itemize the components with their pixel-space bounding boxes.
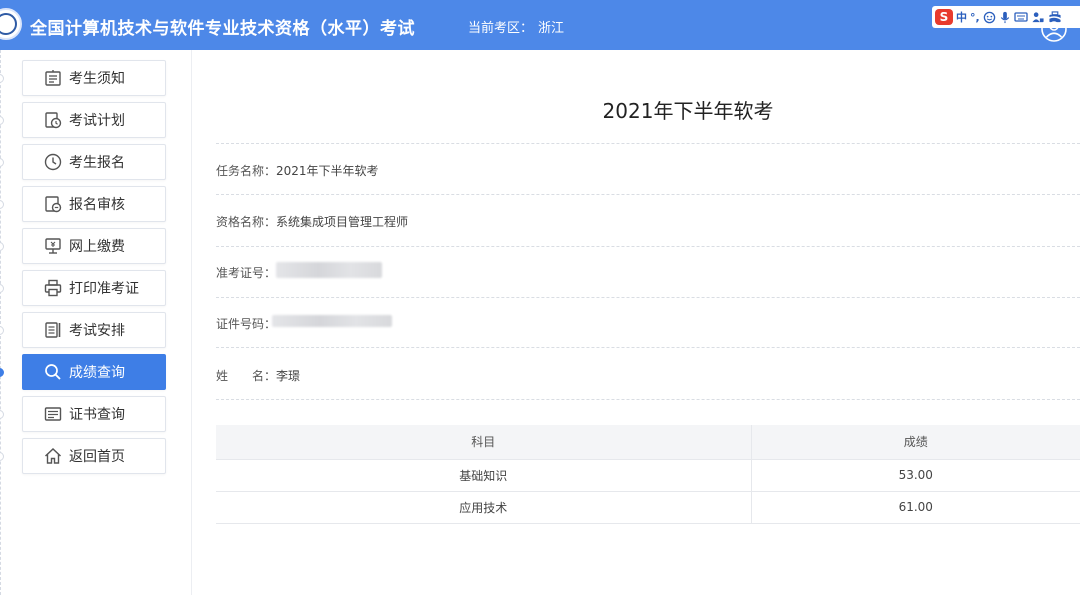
sidebar-item-label: 考试安排 bbox=[69, 323, 125, 339]
timeline-dot bbox=[0, 242, 4, 251]
ticket-number-label: 准考证号： bbox=[216, 266, 277, 280]
timeline-dot bbox=[0, 74, 4, 83]
name-label: 姓 名： bbox=[216, 369, 277, 383]
home-icon bbox=[44, 447, 62, 464]
sidebar-item-payment[interactable]: 网上缴费 bbox=[22, 228, 166, 264]
page-title: 2021年下半年软考 bbox=[602, 99, 774, 123]
sidebar-item-home[interactable]: 返回首页 bbox=[22, 438, 166, 474]
divider bbox=[216, 194, 1080, 195]
sidebar: 考生须知 考试计划 考生报名 报名审核 网上缴费 打印准考证 考试安排 成绩查询… bbox=[0, 50, 192, 595]
score-table: 科目 成绩 基础知识 53.00 应用技术 61.00 bbox=[216, 425, 1080, 524]
region-label: 当前考区： bbox=[468, 21, 534, 36]
sidebar-item-score-query[interactable]: 成绩查询 bbox=[22, 354, 166, 390]
site-logo[interactable] bbox=[0, 8, 22, 40]
site-title: 全国计算机技术与软件专业技术资格（水平）考试 bbox=[30, 19, 415, 39]
sidebar-item-notice[interactable]: 考生须知 bbox=[22, 60, 166, 96]
timeline-dot bbox=[0, 284, 4, 293]
table-header-row: 科目 成绩 bbox=[216, 425, 1080, 460]
sidebar-item-certificate[interactable]: 证书查询 bbox=[22, 396, 166, 432]
timeline-dot bbox=[0, 158, 4, 167]
score-cell: 61.00 bbox=[751, 491, 1080, 524]
task-name-label: 任务名称： bbox=[216, 164, 277, 178]
sidebar-item-label: 考生须知 bbox=[69, 71, 125, 87]
search-icon bbox=[45, 364, 61, 380]
ime-mode[interactable]: 中 bbox=[956, 9, 967, 25]
qualification-row: 资格名称：系统集成项目管理工程师 bbox=[216, 213, 408, 230]
column-header-subject: 科目 bbox=[216, 425, 752, 460]
microphone-icon[interactable] bbox=[999, 11, 1011, 24]
name-row: 姓 名：李璟 bbox=[216, 367, 300, 384]
keyboard-icon[interactable] bbox=[1014, 11, 1028, 23]
schedule-icon bbox=[45, 112, 62, 129]
payment-icon bbox=[45, 238, 61, 254]
sidebar-item-label: 考生报名 bbox=[69, 155, 125, 171]
divider bbox=[216, 347, 1080, 348]
notice-icon bbox=[45, 70, 61, 86]
timeline-line bbox=[0, 50, 1, 595]
timeline-dot bbox=[0, 326, 4, 335]
divider bbox=[216, 297, 1080, 298]
top-header: 全国计算机技术与软件专业技术资格（水平）考试 当前考区： 浙江 S 中 °, bbox=[0, 0, 1080, 50]
timeline-dot bbox=[0, 410, 4, 419]
ime-punct[interactable]: °, bbox=[970, 11, 980, 24]
region-value: 浙江 bbox=[538, 21, 565, 36]
sidebar-item-label: 报名审核 bbox=[69, 197, 125, 213]
arrangement-icon bbox=[45, 322, 61, 338]
timeline-dot bbox=[0, 452, 4, 461]
sidebar-item-review[interactable]: 报名审核 bbox=[22, 186, 166, 222]
sidebar-item-label: 返回首页 bbox=[69, 449, 125, 465]
table-row: 应用技术 61.00 bbox=[216, 491, 1080, 524]
ime-logo-icon[interactable]: S bbox=[935, 9, 953, 25]
sidebar-item-label: 成绩查询 bbox=[69, 365, 125, 381]
id-number-redacted bbox=[272, 315, 392, 327]
certificate-icon bbox=[44, 407, 62, 421]
task-name-value: 2021年下半年软考 bbox=[276, 164, 379, 178]
main-content: 2021年下半年软考 任务名称：2021年下半年软考 资格名称：系统集成项目管理… bbox=[193, 50, 1080, 595]
sidebar-item-print-ticket[interactable]: 打印准考证 bbox=[22, 270, 166, 306]
printer-icon bbox=[44, 279, 62, 297]
divider bbox=[216, 246, 1080, 247]
timeline-dot-active bbox=[0, 368, 4, 377]
subject-cell: 基础知识 bbox=[216, 459, 752, 492]
sidebar-item-label: 网上缴费 bbox=[69, 239, 125, 255]
user-avatar-icon[interactable] bbox=[1040, 15, 1068, 43]
name-value: 李璟 bbox=[276, 369, 301, 383]
qualification-value: 系统集成项目管理工程师 bbox=[276, 215, 409, 229]
divider bbox=[216, 143, 1080, 144]
emoji-icon[interactable] bbox=[983, 11, 996, 24]
id-number-row: 证件号码： bbox=[216, 315, 276, 332]
sidebar-item-exam-plan[interactable]: 考试计划 bbox=[22, 102, 166, 138]
timeline-dot bbox=[0, 116, 4, 125]
divider bbox=[216, 399, 1080, 400]
ticket-number-redacted bbox=[276, 262, 382, 278]
subject-cell: 应用技术 bbox=[216, 491, 752, 524]
sidebar-item-label: 考试计划 bbox=[69, 113, 125, 129]
review-icon bbox=[45, 196, 62, 213]
qualification-label: 资格名称： bbox=[216, 215, 277, 229]
sidebar-item-label: 打印准考证 bbox=[69, 281, 139, 297]
sidebar-item-registration[interactable]: 考生报名 bbox=[22, 144, 166, 180]
id-number-label: 证件号码： bbox=[216, 317, 277, 331]
column-header-score: 成绩 bbox=[751, 425, 1080, 460]
score-cell: 53.00 bbox=[751, 459, 1080, 492]
task-name-row: 任务名称：2021年下半年软考 bbox=[216, 162, 379, 179]
sidebar-item-arrangement[interactable]: 考试安排 bbox=[22, 312, 166, 348]
clock-icon bbox=[44, 153, 62, 171]
ticket-number-row: 准考证号： bbox=[216, 264, 276, 281]
sidebar-item-label: 证书查询 bbox=[69, 407, 125, 423]
table-row: 基础知识 53.00 bbox=[216, 459, 1080, 492]
timeline-dot bbox=[0, 200, 4, 209]
